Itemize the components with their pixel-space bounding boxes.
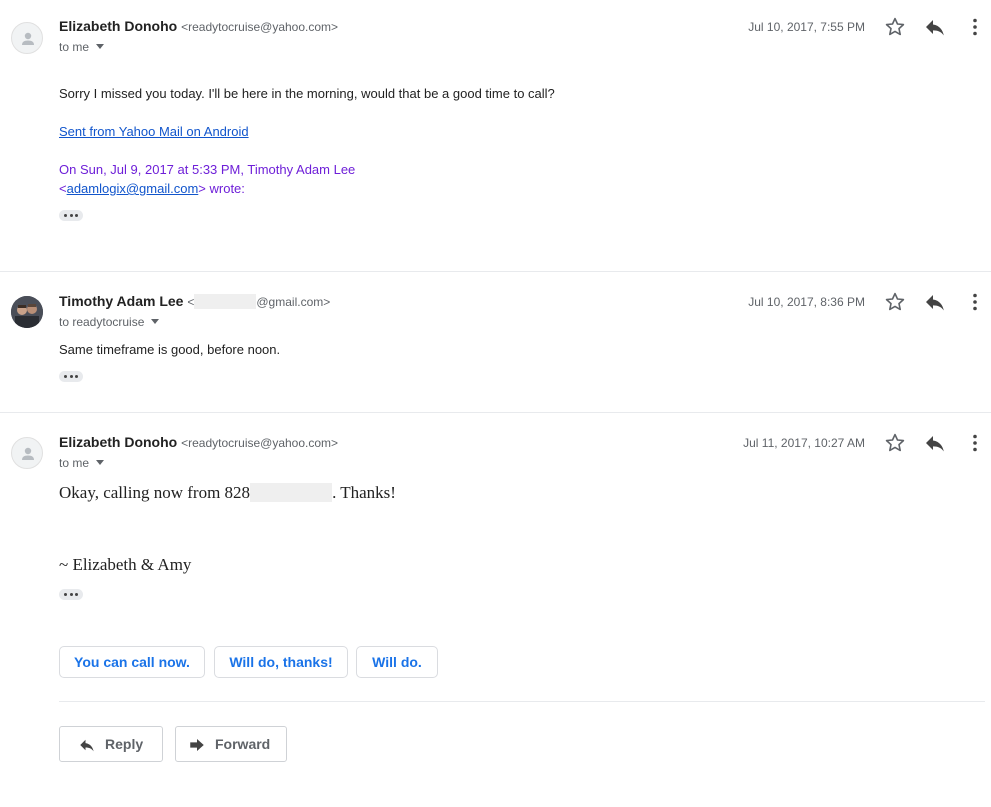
message-body: Sorry I missed you today. I'll be here i…: [59, 86, 555, 101]
sender-avatar-photo[interactable]: [11, 296, 43, 328]
reply-label: Reply: [105, 736, 144, 752]
star-icon[interactable]: [883, 15, 907, 39]
chevron-down-icon[interactable]: [96, 44, 105, 49]
timestamp: Jul 11, 2017, 10:27 AM: [743, 436, 865, 450]
email-domain: @gmail.com>: [256, 295, 331, 309]
signature-row: Sent from Yahoo Mail on Android: [59, 124, 249, 139]
sender-name[interactable]: Elizabeth Donoho: [59, 18, 177, 34]
sender-name[interactable]: Elizabeth Donoho: [59, 434, 177, 450]
email-open: <: [187, 295, 195, 309]
sender-email: <readytocruise@yahoo.com>: [181, 436, 339, 450]
forward-arrow-icon: [190, 739, 204, 751]
signature-text: ~ Elizabeth & Amy: [59, 555, 192, 574]
message-body: Okay, calling now from 828 . Thanks!: [59, 483, 396, 503]
forward-button[interactable]: Forward: [175, 726, 287, 762]
recipient-label: to readytocruise: [59, 315, 145, 329]
yahoo-mail-link[interactable]: Sent from Yahoo Mail on Android: [59, 124, 249, 139]
redacted-phone-block: [250, 483, 333, 502]
show-trimmed-content-button[interactable]: [59, 589, 83, 600]
message-2: Timothy Adam Lee < @gmail.com> to readyto…: [0, 272, 991, 412]
quote-open: <: [59, 181, 67, 196]
star-icon[interactable]: [883, 290, 907, 314]
person-silhouette-icon: [22, 447, 34, 460]
message-1: Elizabeth Donoho <readytocruise@yahoo.co…: [0, 0, 991, 271]
smart-reply-button[interactable]: You can call now.: [59, 646, 205, 678]
forward-label: Forward: [215, 736, 271, 752]
sender-avatar[interactable]: [11, 437, 43, 469]
sender-line: Elizabeth Donoho <readytocruise@yahoo.co…: [59, 18, 338, 34]
chevron-down-icon[interactable]: [96, 460, 105, 465]
chevron-down-icon[interactable]: [151, 319, 160, 324]
body-suffix: . Thanks!: [332, 483, 396, 502]
reply-button[interactable]: Reply: [59, 726, 163, 762]
smart-reply-button[interactable]: Will do, thanks!: [214, 646, 348, 678]
person-silhouette-icon: [22, 32, 34, 45]
compose-divider: [59, 701, 985, 702]
sender-email: < @gmail.com>: [187, 294, 331, 309]
reply-icon[interactable]: [923, 431, 947, 455]
recipient-line[interactable]: to me: [59, 456, 105, 470]
recipient-label: to me: [59, 40, 90, 54]
reply-icon[interactable]: [923, 290, 947, 314]
show-trimmed-content-button[interactable]: [59, 210, 83, 221]
quote-line: On Sun, Jul 9, 2017 at 5:33 PM, Timothy …: [59, 162, 356, 177]
timestamp: Jul 10, 2017, 7:55 PM: [748, 20, 865, 34]
vertical-dots-icon[interactable]: [963, 290, 987, 314]
show-trimmed-content-button[interactable]: [59, 371, 83, 382]
sender-line: Elizabeth Donoho <readytocruise@yahoo.co…: [59, 434, 338, 450]
reply-icon[interactable]: [923, 15, 947, 39]
body-prefix: Okay, calling now from 828: [59, 483, 251, 502]
vertical-dots-icon[interactable]: [963, 431, 987, 455]
quoted-email-link[interactable]: adamlogix@gmail.com: [67, 181, 199, 196]
smart-reply-button[interactable]: Will do.: [356, 646, 438, 678]
recipient-line[interactable]: to readytocruise: [59, 315, 160, 329]
timestamp: Jul 10, 2017, 8:36 PM: [748, 295, 865, 309]
quote-header: On Sun, Jul 9, 2017 at 5:33 PM, Timothy …: [59, 160, 355, 198]
redacted-block: [194, 294, 257, 309]
vertical-dots-icon[interactable]: [963, 15, 987, 39]
recipient-line[interactable]: to me: [59, 40, 105, 54]
star-icon[interactable]: [883, 431, 907, 455]
sender-email: <readytocruise@yahoo.com>: [181, 20, 339, 34]
sender-name[interactable]: Timothy Adam Lee: [59, 293, 183, 309]
sender-line: Timothy Adam Lee < @gmail.com>: [59, 293, 330, 309]
sender-avatar[interactable]: [11, 22, 43, 54]
recipient-label: to me: [59, 456, 90, 470]
quote-close: > wrote:: [198, 181, 245, 196]
quote-line-2: <adamlogix@gmail.com> wrote:: [59, 179, 355, 198]
reply-arrow-icon: [80, 739, 94, 752]
message-body: Same timeframe is good, before noon.: [59, 342, 281, 357]
